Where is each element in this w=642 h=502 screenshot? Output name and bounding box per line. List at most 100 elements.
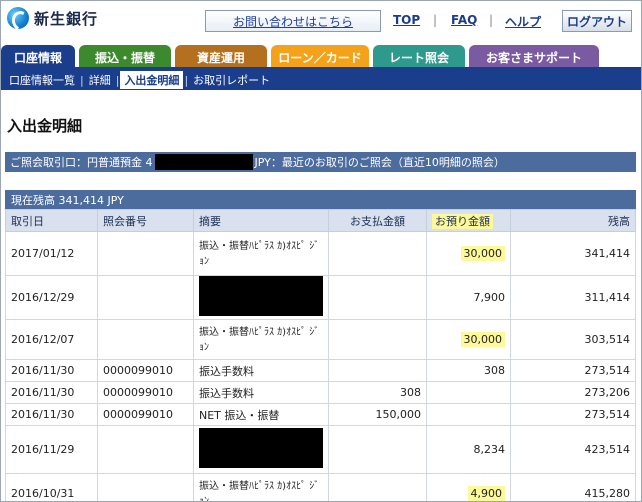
faq-link[interactable]: FAQ	[451, 13, 477, 27]
separator: |	[433, 13, 438, 27]
col-ref: 照会番号	[97, 209, 194, 232]
tab-transfer[interactable]: 振込・振替	[79, 45, 171, 69]
cell-balance: 415,280	[510, 473, 636, 501]
deposit-amount: 30,000	[460, 246, 505, 261]
cell-payment	[328, 473, 427, 501]
cell-balance: 423,514	[510, 425, 636, 474]
col-payment: お支払金額	[328, 209, 427, 232]
deposit-amount: 30,000	[460, 332, 505, 347]
cell-balance: 311,414	[510, 275, 636, 320]
cell-deposit: 308	[426, 359, 511, 382]
cell-desc: NET 振込・振替	[193, 403, 329, 426]
cell-desc: 振込手数料	[193, 359, 329, 382]
cell-payment: 308	[328, 381, 427, 404]
redacted-account-number	[154, 154, 253, 170]
cell-date: 2016/12/07	[5, 319, 98, 360]
cell-balance: 303,514	[510, 319, 636, 360]
cell-ref: 0000099010	[97, 359, 194, 382]
cell-date: 2016/12/29	[5, 275, 98, 320]
deposit-amount: 8,234	[473, 443, 506, 456]
cell-deposit: 7,900	[426, 275, 511, 320]
page-frame: 新生銀行 お問い合わせはこちら TOP | FAQ | ヘルプ ログアウト 口座…	[0, 0, 642, 502]
cell-ref: 0000099010	[97, 403, 194, 426]
redacted-description	[199, 428, 323, 468]
table-row: 2016/12/29 7,900 311,414	[5, 275, 636, 320]
description-text: NET 振込・振替	[199, 408, 280, 422]
subnav-account-list[interactable]: 口座情報一覧	[5, 72, 79, 88]
page-title: 入出金明細	[7, 117, 83, 135]
tab-loan-card[interactable]: ローン／カード	[271, 45, 369, 69]
cell-payment	[328, 359, 427, 382]
cell-balance: 273,206	[510, 381, 636, 404]
cell-ref: 0000099010	[97, 381, 194, 404]
cell-date: 2016/11/30	[5, 403, 98, 426]
tab-account-info[interactable]: 口座情報	[1, 45, 75, 69]
cell-ref	[97, 473, 194, 501]
notice-prefix: ご照会取引口：円普通預金 4	[10, 156, 153, 169]
deposit-amount: 4,900	[467, 486, 505, 501]
col-deposit-label: お預り金額	[432, 213, 493, 229]
top-link[interactable]: TOP	[393, 13, 420, 27]
current-balance: 現在残高 341,414 JPY	[5, 190, 636, 209]
tab-support[interactable]: お客さまサポート	[469, 45, 599, 69]
cell-deposit: 8,234	[426, 425, 511, 474]
cell-desc	[193, 425, 329, 474]
redacted-description	[199, 276, 323, 316]
cell-deposit: 30,000	[426, 319, 511, 360]
cell-desc: 振込・振替ﾊﾋﾟﾗｽ ｶ)ｵｽﾋﾟ ｼﾞｮﾝ	[193, 231, 329, 276]
table-header-row: 取引日 照会番号 摘要 お支払金額 お預り金額 残高	[5, 209, 636, 232]
table-row: 2016/12/07 振込・振替ﾊﾋﾟﾗｽ ｶ)ｵｽﾋﾟ ｼﾞｮﾝ 30,000 30…	[5, 319, 636, 360]
cell-payment	[328, 231, 427, 276]
cell-date: 2016/11/30	[5, 359, 98, 382]
cell-ref	[97, 425, 194, 474]
cell-desc: 振込・振替ﾊﾋﾟﾗｽ ｶ)ｵｽﾋﾟ ｼﾞｮﾝ	[193, 473, 329, 502]
cell-desc	[193, 275, 329, 320]
subnav-details[interactable]: 詳細	[85, 72, 115, 88]
cell-date: 2016/11/29	[5, 425, 98, 474]
description-text: 振込手数料	[199, 386, 254, 400]
cell-deposit	[426, 381, 511, 404]
cell-balance: 273,514	[510, 403, 636, 426]
cell-balance: 273,514	[510, 359, 636, 382]
table-row: 2016/10/31 振込・振替ﾊﾋﾟﾗｽ ｶ)ｵｽﾋﾟ ｼﾞｮﾝ 4,900 415…	[5, 473, 636, 502]
cell-deposit: 30,000	[426, 231, 511, 276]
account-notice: ご照会取引口：円普通預金 4 JPY：最近のお取引のご照会（直近10明細の照会）	[5, 152, 636, 172]
bank-logo-icon	[7, 7, 29, 29]
col-deposit: お預り金額	[426, 209, 511, 232]
cell-payment	[328, 425, 427, 474]
table-row: 2016/11/30 0000099010 振込手数料 308 273,206	[5, 381, 636, 404]
subnav-report[interactable]: お取引レポート	[189, 72, 274, 88]
description-text: 振込・振替ﾊﾋﾟﾗｽ ｶ)ｵｽﾋﾟ ｼﾞｮﾝ	[199, 480, 320, 502]
tab-investment[interactable]: 資産運用	[175, 45, 267, 69]
table-body: 2017/01/12 振込・振替ﾊﾋﾟﾗｽ ｶ)ｵｽﾋﾟ ｼﾞｮﾝ 30,000 34…	[5, 231, 636, 502]
inquiry-link[interactable]: お問い合わせはこちら	[205, 10, 381, 32]
table-row: 2017/01/12 振込・振替ﾊﾋﾟﾗｽ ｶ)ｵｽﾋﾟ ｼﾞｮﾝ 30,000 34…	[5, 231, 636, 276]
logo[interactable]: 新生銀行	[7, 7, 98, 29]
help-link[interactable]: ヘルプ	[505, 13, 541, 30]
cell-date: 2016/10/31	[5, 473, 98, 501]
cell-desc: 振込手数料	[193, 381, 329, 404]
cell-desc: 振込・振替ﾊﾋﾟﾗｽ ｶ)ｵｽﾋﾟ ｼﾞｮﾝ	[193, 319, 329, 360]
subnav-transactions[interactable]: 入出金明細	[120, 71, 184, 89]
transaction-table: 取引日 照会番号 摘要 お支払金額 お預り金額 残高 2017/01/12 振込・…	[5, 209, 636, 502]
cell-date: 2016/11/30	[5, 381, 98, 404]
cell-payment: 150,000	[328, 403, 427, 426]
sub-navigation: 口座情報一覧 | 詳細 | 入出金明細 | お取引レポート	[1, 70, 641, 90]
main-tabs: 口座情報 振込・振替 資産運用 ローン／カード レート照会 お客さまサポート	[1, 45, 641, 69]
notice-suffix: JPY：最近のお取引のご照会（直近10明細の照会）	[254, 156, 505, 169]
logout-button[interactable]: ログアウト	[562, 10, 632, 32]
cell-deposit: 4,900	[426, 473, 511, 501]
table-row: 2016/11/30 0000099010 振込手数料 308 273,514	[5, 359, 636, 382]
header: 新生銀行 お問い合わせはこちら TOP | FAQ | ヘルプ ログアウト	[1, 1, 641, 41]
cell-ref	[97, 231, 194, 276]
cell-balance: 341,414	[510, 231, 636, 276]
tab-rate[interactable]: レート照会	[373, 45, 465, 69]
cell-date: 2017/01/12	[5, 231, 98, 276]
description-text: 振込・振替ﾊﾋﾟﾗｽ ｶ)ｵｽﾋﾟ ｼﾞｮﾝ	[199, 240, 320, 267]
cell-payment	[328, 319, 427, 360]
table-row: 2016/11/30 0000099010 NET 振込・振替 150,000 273,…	[5, 403, 636, 426]
col-date: 取引日	[5, 209, 98, 232]
cell-deposit	[426, 403, 511, 426]
cell-payment	[328, 275, 427, 320]
cell-ref	[97, 275, 194, 320]
